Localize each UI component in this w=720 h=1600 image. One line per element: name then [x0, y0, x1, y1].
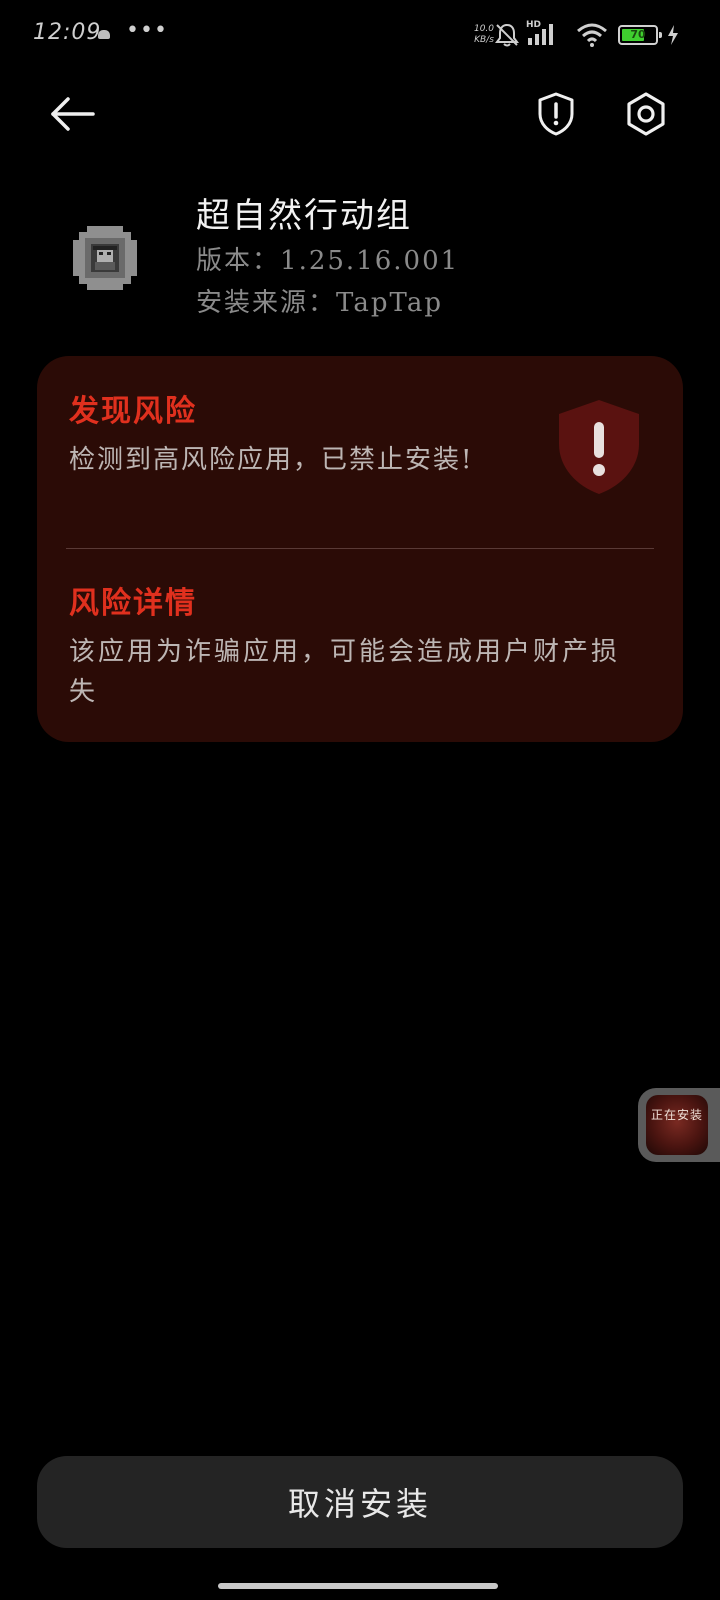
app-icon [73, 226, 137, 290]
risk-detail-title: 风险详情 [69, 586, 197, 621]
installing-thumbnail: 正在安装 [646, 1095, 708, 1155]
wifi-icon [577, 23, 607, 47]
status-time: 12:09 [33, 20, 102, 45]
more-notifications-icon: ••• [126, 18, 168, 43]
battery-icon: 70 [618, 25, 662, 45]
notification-icon [98, 30, 110, 39]
version-value: 1.25.16.001 [280, 246, 460, 276]
app-install-source: 安装来源：TapTap [196, 282, 443, 319]
mute-bell-icon [495, 23, 519, 47]
settings-button[interactable] [620, 88, 672, 140]
security-button[interactable] [530, 88, 582, 140]
risk-detail-description: 该应用为诈骗应用，可能会造成用户财产损失 [69, 637, 621, 707]
source-label: 安装来源 [196, 288, 309, 318]
risk-shield-icon [559, 400, 639, 494]
risk-card: 发现风险 检测到高风险应用，已禁止安装! 风险详情 该应用为诈骗应用，可能会造成… [37, 356, 683, 742]
charging-icon [668, 25, 678, 45]
home-indicator[interactable] [218, 1583, 498, 1589]
arrow-left-icon [51, 97, 95, 131]
shield-alert-icon [538, 92, 574, 136]
gear-icon [627, 92, 665, 136]
battery-tip [659, 32, 662, 38]
battery-level: 70 [630, 28, 646, 41]
version-label: 版本 [196, 246, 253, 276]
source-separator: ： [308, 288, 337, 318]
version-separator: ： [252, 246, 281, 276]
back-button[interactable] [44, 86, 100, 142]
installing-floating-bubble[interactable]: 正在安装 [638, 1088, 720, 1162]
risk-found-title: 发现风险 [69, 394, 197, 429]
app-version: 版本：1.25.16.001 [196, 240, 459, 277]
cancel-install-button[interactable]: 取消安装 [37, 1456, 683, 1548]
source-value: TapTap [336, 288, 443, 318]
installing-label: 正在安装 [650, 1108, 703, 1122]
risk-divider [66, 548, 654, 549]
status-bar: 12:09 ••• 10.0 KB/s HD 70 [0, 0, 720, 72]
risk-found-description: 检测到高风险应用，已禁止安装! [69, 445, 474, 475]
app-name: 超自然行动组 [196, 196, 412, 236]
